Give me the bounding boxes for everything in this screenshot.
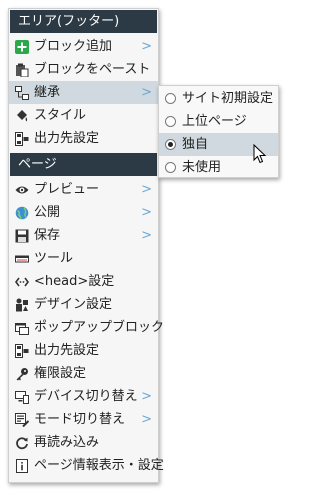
menu-item-tools[interactable]: ツール [9,247,158,270]
save-icon [15,229,29,243]
menu-item-permission-settings[interactable]: 権限設定 [9,362,158,385]
radio-icon[interactable] [165,116,176,127]
key-icon [15,367,29,381]
popup-icon [15,321,29,335]
menu-item-label: 公開 [34,205,61,220]
info-icon [15,458,29,473]
menu-item-add-block[interactable]: ブロック追加 > [9,35,158,58]
menu-item-head-settings[interactable]: <head>設定 [9,270,158,293]
mode-icon [15,412,29,427]
output-icon [15,131,29,146]
menu-item-label: ツール [34,251,74,266]
menu-item-label: スタイル [34,108,87,123]
menu-item-label: 継承 [34,85,61,100]
submenu-arrow-icon: > [141,182,152,197]
menu-item-label: 出力先設定 [34,343,100,358]
menu-item-style[interactable]: スタイル [9,104,158,127]
context-menu: エリア(フッター) ブロック追加 > ブロックをペースト 継承 > スタイル 出… [8,8,164,483]
menu-item-popup-block[interactable]: ポップアップブロック [9,316,164,339]
device-icon [15,390,29,404]
submenu-option-label: 上位ページ [182,114,247,129]
inherit-icon [15,85,29,100]
menu-item-reload[interactable]: 再読み込み [9,431,158,454]
submenu-arrow-icon: > [141,205,152,220]
menu-item-label: ポップアップブロック [34,320,165,335]
submenu-option-parent-page[interactable]: 上位ページ [159,110,278,133]
menu-item-label: <head>設定 [34,274,115,289]
submenu-option-label: 未使用 [182,160,222,175]
design-icon [15,298,29,312]
menu-item-device-switch[interactable]: デバイス切り替え > [9,385,158,408]
radio-icon[interactable] [165,93,176,104]
submenu-option-label: サイト初期設定 [182,91,274,106]
section-header-area: エリア(フッター) [10,10,157,33]
submenu-arrow-icon: > [141,39,152,54]
mouse-cursor-icon [253,143,267,168]
menu-item-label: 出力先設定 [34,131,100,146]
menu-item-label: 保存 [34,228,61,243]
menu-item-preview[interactable]: プレビュー > [9,178,158,201]
submenu-option-site-default[interactable]: サイト初期設定 [159,87,278,110]
plus-icon [15,39,29,54]
submenu-arrow-icon: > [141,389,152,404]
submenu-arrow-icon: > [141,412,152,427]
menu-item-output-settings[interactable]: 出力先設定 [9,127,158,150]
menu-item-label: ブロック追加 [34,39,113,54]
menu-item-design-settings[interactable]: デザイン設定 [9,293,158,316]
paste-icon [15,63,29,77]
menu-item-label: ブロックをペースト [34,62,151,77]
output-icon [15,343,29,358]
menu-item-label: 権限設定 [34,366,87,381]
toolbar-icon [15,252,29,266]
menu-item-label: 再読み込み [34,435,100,450]
menu-item-label: ページ情報表示・設定 [34,458,164,473]
submenu-option-label: 独自 [182,137,209,152]
menu-item-label: デバイス切り替え [34,389,138,404]
menu-item-page-output-settings[interactable]: 出力先設定 [9,339,158,362]
menu-item-mode-switch[interactable]: モード切り替え > [9,408,158,431]
section-header-page: ページ [10,153,157,176]
code-icon [15,275,29,289]
menu-item-label: モード切り替え [34,412,126,427]
menu-item-label: デザイン設定 [34,297,113,312]
submenu-arrow-icon: > [141,228,152,243]
menu-item-publish[interactable]: 公開 > [9,201,158,224]
radio-selected-icon[interactable] [165,139,176,150]
radio-icon[interactable] [165,162,176,173]
reload-icon [15,436,29,450]
menu-item-paste-block[interactable]: ブロックをペースト [9,58,158,81]
paint-bucket-icon [15,109,29,123]
menu-item-page-info[interactable]: ページ情報表示・設定 [9,454,164,477]
eye-icon [15,183,29,197]
menu-item-label: プレビュー [34,182,100,197]
submenu-arrow-icon: > [141,85,152,100]
globe-icon [15,206,29,220]
menu-item-inherit[interactable]: 継承 > [9,81,158,104]
menu-item-save[interactable]: 保存 > [9,224,158,247]
